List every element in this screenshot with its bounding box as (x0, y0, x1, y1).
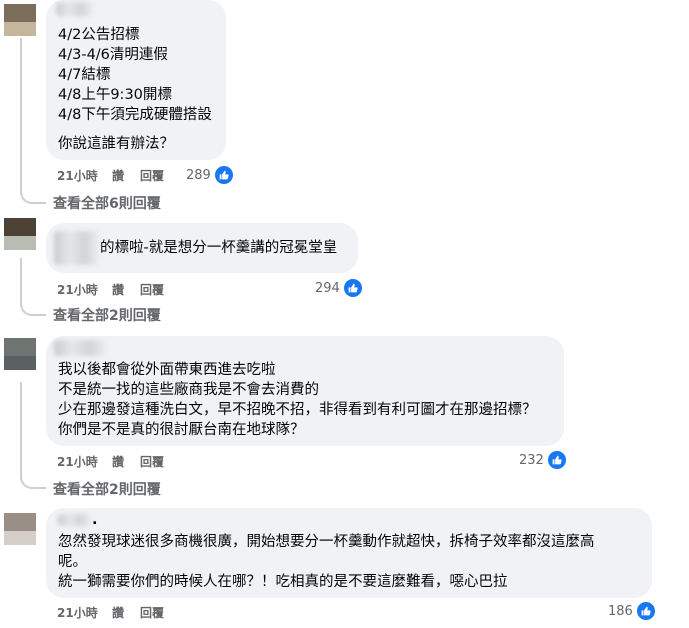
like-button[interactable]: 讚 (112, 281, 124, 298)
reaction-number: 294 (315, 280, 340, 296)
timestamp[interactable]: 21小時 (57, 604, 98, 621)
avatar[interactable] (4, 338, 36, 370)
author-name-redacted[interactable] (56, 2, 94, 16)
reaction-count[interactable]: 232 (519, 450, 567, 470)
comment-text: 你說這誰有辦法？ (58, 136, 174, 152)
thread-line (20, 258, 22, 303)
comment-text: 統一獅需要你們的時候人在哪？！吃相真的是不要這麼難看，噁心巴拉 (58, 574, 508, 590)
comment-bubble: . 忽然發現球迷很多商機很廣，開始想要分一杯羹動作就超快，拆椅子效率都沒這麼高 … (46, 508, 652, 598)
reaction-number: 186 (608, 603, 633, 619)
comment-text: 少在那邊發這種洗白文，早不招晚不招，非得看到有利可圖才在那邊招標？ (58, 402, 537, 418)
timestamp[interactable]: 21小時 (57, 453, 98, 470)
thumbs-up-icon (635, 601, 656, 621)
comment-text: 4/2公告招標 (58, 27, 140, 43)
avatar[interactable] (4, 4, 36, 36)
author-name-redacted[interactable] (58, 514, 92, 526)
thumbs-up-icon (546, 450, 567, 470)
author-name-redacted[interactable] (54, 340, 108, 356)
reply-button[interactable]: 回覆 (140, 453, 164, 470)
comment-text: 4/7結標 (58, 67, 111, 83)
timestamp[interactable]: 21小時 (57, 281, 98, 298)
comment-text: 忽然發現球迷很多商機很廣，開始想要分一杯羹動作就超快，拆椅子效率都沒這麼高 (58, 534, 595, 550)
avatar[interactable] (4, 218, 36, 250)
comment-text: 呢。 (58, 554, 87, 570)
reply-button[interactable]: 回覆 (140, 167, 164, 184)
comment-bubble: 的標啦-就是想分一杯羹講的冠冕堂皇 (46, 223, 358, 273)
comment-text: 4/8上午9:30開標 (58, 87, 172, 103)
like-button[interactable]: 讚 (112, 453, 124, 470)
reaction-number: 232 (519, 452, 544, 468)
author-name-redacted[interactable] (54, 231, 100, 265)
comment-text: 4/8下午須完成硬體搭設 (58, 107, 212, 123)
reaction-count[interactable]: 294 (315, 278, 363, 298)
comment-text: 不是統一找的這些廠商我是不會去消費的 (58, 382, 319, 398)
thread-line (20, 38, 22, 190)
reply-button[interactable]: 回覆 (140, 281, 164, 298)
reaction-number: 289 (186, 167, 211, 183)
view-replies-link[interactable]: 查看全部6則回覆 (53, 193, 161, 213)
thread-curve (20, 188, 46, 204)
comment-text: 你們是不是真的很討厭台南在地球隊？ (58, 422, 305, 438)
comment-text: 4/3-4/6清明連假 (58, 47, 168, 63)
reply-button[interactable]: 回覆 (140, 604, 164, 621)
thumbs-up-icon (213, 165, 234, 185)
view-replies-link[interactable]: 查看全部2則回覆 (53, 305, 161, 325)
timestamp[interactable]: 21小時 (57, 167, 98, 184)
thumbs-up-icon (342, 278, 363, 298)
author-name-tail: . (92, 512, 98, 528)
thread-curve (20, 300, 46, 316)
comment-bubble: 4/2公告招標 4/3-4/6清明連假 4/7結標 4/8上午9:30開標 4/… (46, 0, 226, 160)
comment-text: 的標啦-就是想分一杯羹講的冠冕堂皇 (100, 240, 338, 256)
reaction-count[interactable]: 289 (186, 165, 234, 185)
avatar[interactable] (4, 513, 36, 545)
thread-line (20, 382, 22, 476)
like-button[interactable]: 讚 (112, 604, 124, 621)
comment-bubble: 我以後都會從外面帶東西進去吃啦 不是統一找的這些廠商我是不會去消費的 少在那邊發… (46, 336, 564, 446)
thread-curve (20, 473, 46, 489)
reaction-count[interactable]: 186 (608, 601, 656, 621)
comment-text: 我以後都會從外面帶東西進去吃啦 (58, 362, 276, 378)
like-button[interactable]: 讚 (112, 167, 124, 184)
view-replies-link[interactable]: 查看全部2則回覆 (53, 479, 161, 499)
